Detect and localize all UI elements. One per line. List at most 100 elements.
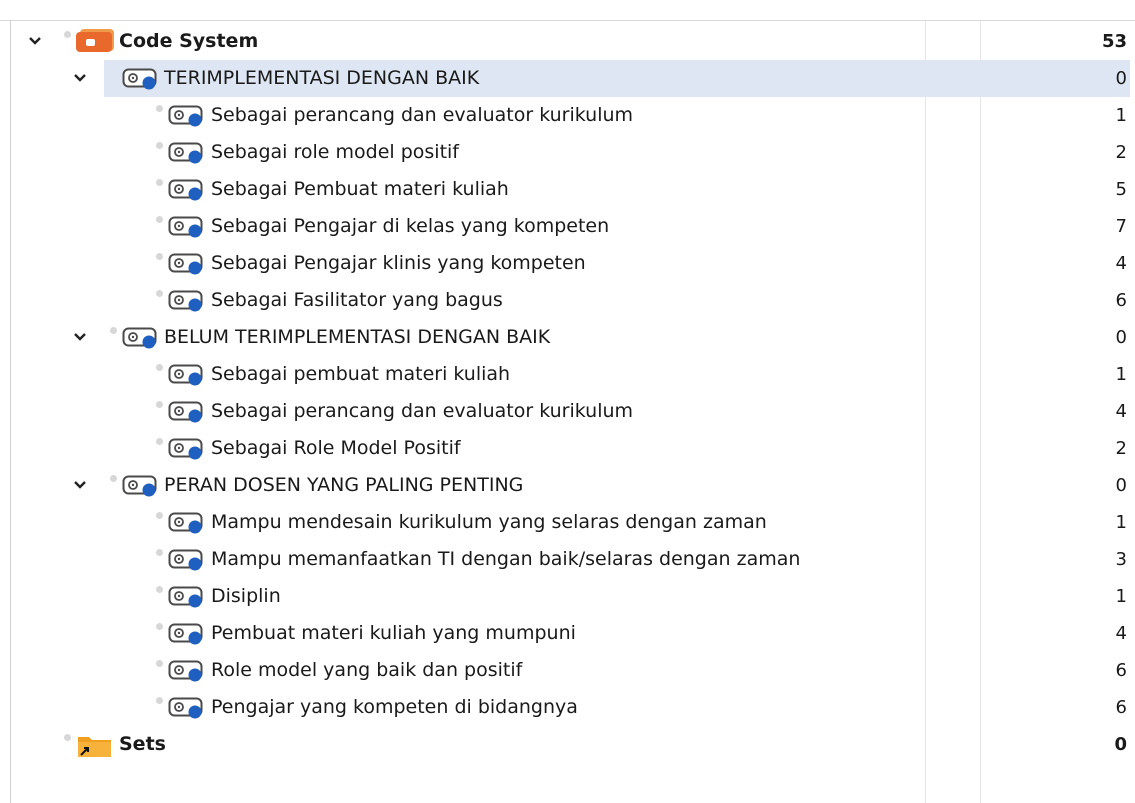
tree-label: Disiplin — [211, 585, 281, 607]
tree-row-code[interactable]: Pembuat materi kuliah yang mumpuni 4 — [0, 615, 1135, 652]
drag-handle — [156, 586, 163, 593]
chevron-down-icon[interactable] — [73, 330, 87, 344]
tree-count: 0 — [1115, 475, 1127, 496]
tree-count: 2 — [1115, 142, 1127, 163]
code-system-icon — [76, 29, 116, 57]
chevron-down-icon[interactable] — [73, 71, 87, 85]
chevron-down-icon[interactable] — [73, 478, 87, 492]
drag-handle — [156, 253, 163, 260]
drag-handle — [156, 549, 163, 556]
drag-handle — [156, 697, 163, 704]
tree-row-code[interactable]: Sebagai role model positif 2 — [0, 134, 1135, 171]
code-icon — [168, 660, 206, 686]
tree-row-code[interactable]: Disiplin 1 — [0, 578, 1135, 615]
tree-label: TERIMPLEMENTASI DENGAN BAIK — [164, 67, 480, 89]
code-icon — [168, 512, 206, 538]
tree-row-code[interactable]: Sebagai Pembuat materi kuliah 5 — [0, 171, 1135, 208]
tree-row-sets[interactable]: Sets 0 — [0, 726, 1135, 763]
tree-label: Pembuat materi kuliah yang mumpuni — [211, 622, 576, 644]
tree-label: Code System — [119, 30, 259, 52]
code-groups: TERIMPLEMENTASI DENGAN BAIK 0 Sebagai pera… — [0, 60, 1135, 726]
code-icon — [168, 290, 206, 316]
tree-count: 0 — [1115, 327, 1127, 348]
tree-label: Mampu mendesain kurikulum yang selaras d… — [211, 511, 767, 533]
tree-label: Sebagai pembuat materi kuliah — [211, 363, 511, 385]
tree-row-code[interactable]: Sebagai Role Model Positif 2 — [0, 430, 1135, 467]
drag-handle — [156, 438, 163, 445]
tree-count: 6 — [1115, 290, 1127, 311]
code-icon — [168, 364, 206, 390]
tree-count: 1 — [1115, 586, 1127, 607]
tree-label: Role model yang baik dan positif — [211, 659, 523, 681]
drag-handle — [156, 105, 163, 112]
tree-row-code[interactable]: Sebagai Fasilitator yang bagus 6 — [0, 282, 1135, 319]
tree-count: 4 — [1115, 401, 1127, 422]
tree-label: Sebagai Pengajar di kelas yang kompeten — [211, 215, 610, 237]
tree-row-code-group[interactable]: TERIMPLEMENTASI DENGAN BAIK 0 — [0, 60, 1135, 97]
tree-row-code[interactable]: Role model yang baik dan positif 6 — [0, 652, 1135, 689]
header-border — [0, 20, 1135, 21]
drag-handle — [156, 216, 163, 223]
tree-row-code[interactable]: Sebagai perancang dan evaluator kurikulu… — [0, 393, 1135, 430]
code-icon — [122, 68, 160, 94]
tree-count: 1 — [1115, 364, 1127, 385]
drag-handle — [156, 512, 163, 519]
tree-label: Mampu memanfaatkan TI dengan baik/selara… — [211, 548, 801, 570]
tree-count: 2 — [1115, 438, 1127, 459]
code-icon — [168, 105, 206, 131]
drag-handle — [156, 401, 163, 408]
tree-label: Sebagai Pengajar klinis yang kompeten — [211, 252, 586, 274]
code-icon — [168, 401, 206, 427]
tree-label: Sebagai perancang dan evaluator kurikulu… — [211, 104, 634, 126]
drag-handle — [110, 327, 117, 334]
drag-handle — [156, 290, 163, 297]
tree-count: 3 — [1115, 549, 1127, 570]
tree-label: PERAN DOSEN YANG PALING PENTING — [164, 474, 524, 496]
drag-handle — [156, 364, 163, 371]
tree-label: Sebagai Role Model Positif — [211, 437, 461, 459]
tree-row-code[interactable]: Sebagai Pengajar di kelas yang kompeten 7 — [0, 208, 1135, 245]
drag-handle — [156, 660, 163, 667]
drag-handle — [110, 475, 117, 482]
code-icon — [168, 253, 206, 279]
code-system-tree: Code System 53 TERIMPLEMENTASI DENGAN BA… — [0, 23, 1135, 763]
tree-label: Sebagai Fasilitator yang bagus — [211, 289, 503, 311]
code-icon — [168, 216, 206, 242]
tree-row-code[interactable]: Mampu memanfaatkan TI dengan baik/selara… — [0, 541, 1135, 578]
tree-count: 6 — [1115, 697, 1127, 718]
tree-row-code[interactable]: Sebagai Pengajar klinis yang kompeten 4 — [0, 245, 1135, 282]
drag-handle — [156, 142, 163, 149]
code-icon — [168, 438, 206, 464]
tree-label: Pengajar yang kompeten di bidangnya — [211, 696, 578, 718]
tree-count: 6 — [1115, 660, 1127, 681]
tree-count: 53 — [1101, 31, 1127, 52]
tree-label: Sebagai Pembuat materi kuliah — [211, 178, 509, 200]
tree-row-code[interactable]: Pengajar yang kompeten di bidangnya 6 — [0, 689, 1135, 726]
tree-count: 1 — [1115, 105, 1127, 126]
tree-row-code-group[interactable]: BELUM TERIMPLEMENTASI DENGAN BAIK 0 — [0, 319, 1135, 356]
code-icon — [122, 327, 160, 353]
tree-label: Sets — [119, 733, 166, 755]
code-icon — [168, 623, 206, 649]
drag-handle — [64, 734, 71, 741]
code-icon — [168, 142, 206, 168]
chevron-down-icon[interactable] — [28, 34, 42, 48]
tree-row-code[interactable]: Sebagai perancang dan evaluator kurikulu… — [0, 97, 1135, 134]
code-icon — [122, 475, 160, 501]
tree-count: 7 — [1115, 216, 1127, 237]
tree-row-code[interactable]: Sebagai pembuat materi kuliah 1 — [0, 356, 1135, 393]
tree-row-code[interactable]: Mampu mendesain kurikulum yang selaras d… — [0, 504, 1135, 541]
tree-count: 4 — [1115, 253, 1127, 274]
tree-label: Sebagai role model positif — [211, 141, 459, 163]
tree-row-code-group[interactable]: PERAN DOSEN YANG PALING PENTING 0 — [0, 467, 1135, 504]
tree-count: 0 — [1114, 734, 1127, 755]
tree-count: 1 — [1115, 512, 1127, 533]
drag-handle — [156, 623, 163, 630]
tree-row-code-system[interactable]: Code System 53 — [0, 23, 1135, 60]
code-icon — [168, 179, 206, 205]
tree-count: 0 — [1115, 68, 1127, 89]
drag-handle — [156, 179, 163, 186]
tree-label: Sebagai perancang dan evaluator kurikulu… — [211, 400, 634, 422]
code-icon — [168, 549, 206, 575]
code-icon — [168, 586, 206, 612]
